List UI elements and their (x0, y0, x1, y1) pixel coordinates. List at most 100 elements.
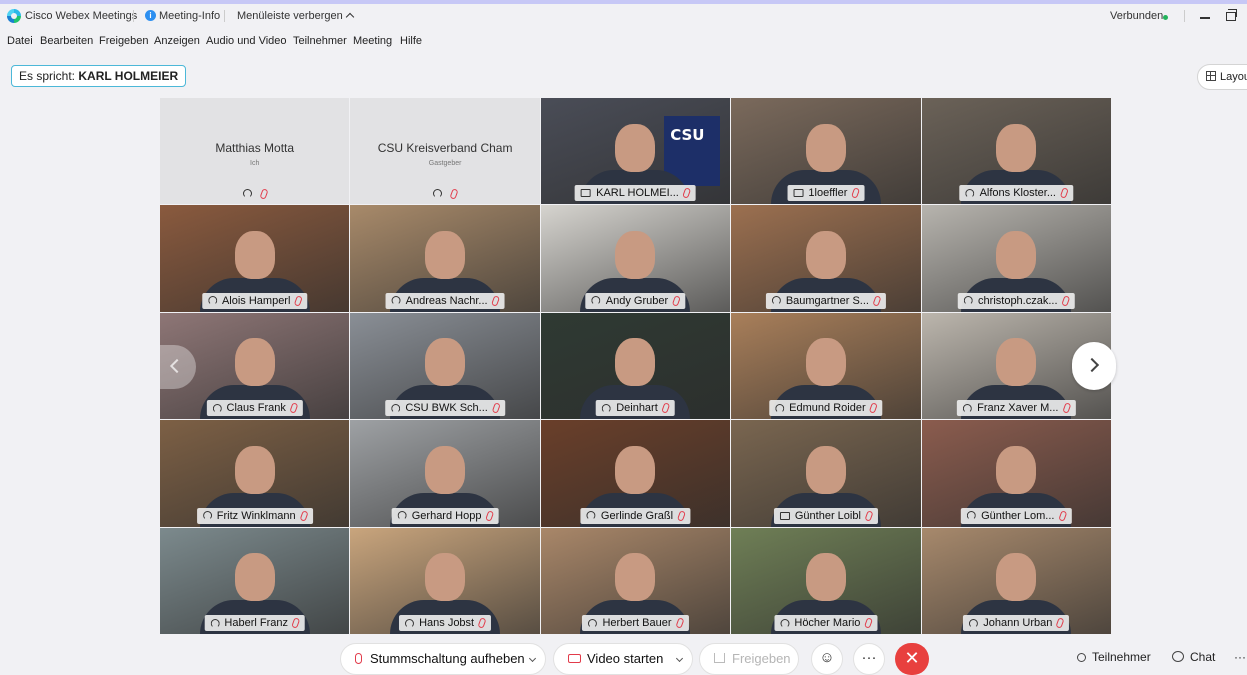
headset-icon (202, 511, 212, 521)
participant-nametag: Fritz Winklmann (196, 507, 313, 524)
participant-tile-no-video[interactable]: Matthias Motta Ich (160, 98, 350, 205)
participant-video-tile[interactable]: Günther Loibl (731, 420, 921, 527)
headset-icon (965, 188, 975, 198)
participant-nametag: Günther Loibl (773, 507, 878, 524)
participant-role: Gastgeber (428, 160, 462, 167)
muted-mic-icon (289, 402, 299, 414)
participant-nametag: Andy Gruber (585, 292, 686, 309)
muted-mic-icon (1059, 187, 1069, 200)
headset-icon (586, 511, 596, 521)
start-video-button[interactable]: Video starten (553, 643, 693, 675)
participant-tile-no-video[interactable]: CSU Kreisverband Cham Gastgeber (350, 98, 540, 205)
participant-nametag: Alfons Kloster... (959, 185, 1073, 202)
participant-video-tile[interactable]: Haberl Franz (160, 527, 350, 634)
participant-video-tile[interactable]: Herbert Bauer (540, 527, 731, 634)
participant-name: Günther Loibl (794, 509, 861, 522)
participant-face (805, 338, 846, 387)
participant-video-tile[interactable]: Johann Urban (921, 527, 1111, 634)
headset-icon (964, 296, 974, 306)
close-icon: ✕ (904, 648, 920, 668)
participant-video-tile[interactable]: Andreas Nachr... (350, 205, 540, 312)
muted-mic-icon (661, 402, 671, 414)
grid-layout-icon (1206, 71, 1216, 81)
layout-button[interactable]: Layout (1197, 64, 1247, 90)
divider (1184, 10, 1185, 22)
participant-video-tile[interactable]: CSU BWK Sch... (350, 312, 540, 420)
muted-mic-icon (872, 295, 882, 307)
next-page-button[interactable] (1072, 342, 1116, 390)
muted-mic-icon (671, 295, 681, 307)
participant-face (805, 230, 846, 279)
participant-video-tile[interactable]: Günther Lom... (921, 420, 1111, 527)
participant-video-tile[interactable]: Fritz Winklmann (160, 420, 350, 527)
headset-icon (212, 403, 222, 413)
meeting-info-link[interactable]: Meeting-Info (159, 10, 220, 22)
active-speaker-indicator: Es spricht: KARL HOLMEIER (11, 65, 187, 87)
info-icon[interactable]: i (145, 10, 156, 21)
headset-icon (433, 189, 443, 199)
participant-video-tile[interactable]: Alfons Kloster... (921, 98, 1111, 205)
menu-item-audio-video[interactable]: Audio und Video (206, 35, 287, 47)
participants-panel-button[interactable]: Teilnehmer (1077, 650, 1151, 664)
participant-video-tile[interactable]: Edmund Roider (731, 312, 921, 420)
menu-item-freigeben[interactable]: Freigeben (99, 35, 149, 47)
share-label: Freigeben (732, 651, 791, 666)
muted-mic-icon (1061, 402, 1071, 414)
headset-icon (207, 296, 217, 306)
unmute-button[interactable]: Stummschaltung aufheben (340, 643, 546, 675)
participant-name: CSU BWK Sch... (405, 402, 488, 415)
muted-mic-icon (484, 509, 494, 522)
participant-video-tile[interactable]: 1loeffler (731, 98, 921, 205)
participant-nametag: Herbert Bauer (582, 615, 689, 631)
participant-name: Alois Hamperl (221, 294, 291, 307)
participant-name: 1loeffler (808, 187, 848, 200)
chat-panel-button[interactable]: Chat (1172, 650, 1215, 664)
participant-nametag: CSU BWK Sch... (385, 400, 505, 417)
restore-icon[interactable] (1226, 9, 1237, 21)
participant-name: Andy Gruber (605, 294, 669, 307)
participant-video-tile[interactable]: Hans Jobst (350, 527, 540, 634)
headset-icon (210, 618, 220, 628)
muted-mic-icon (491, 402, 501, 414)
screen-icon (793, 189, 804, 198)
more-right-button[interactable]: ··· (1234, 650, 1246, 664)
chevron-down-icon[interactable] (675, 654, 684, 663)
hide-menu-toggle[interactable]: Menüleiste verbergen (237, 10, 355, 22)
more-icon: ··· (861, 649, 877, 666)
more-options-button[interactable]: ··· (853, 643, 885, 675)
menu-item-teilnehmer[interactable]: Teilnehmer (293, 35, 347, 47)
menu-item-datei[interactable]: Datei (7, 35, 33, 47)
muted-mic-icon (491, 295, 501, 307)
chevron-down-icon[interactable] (528, 654, 537, 663)
minimize-icon[interactable] (1200, 17, 1210, 19)
menu-item-bearbeiten[interactable]: Bearbeiten (40, 35, 93, 47)
muted-mic-icon (355, 653, 362, 664)
menu-item-hilfe[interactable]: Hilfe (400, 35, 422, 47)
participant-video-tile[interactable]: christoph.czak... (921, 205, 1111, 312)
participant-face (615, 338, 656, 387)
reactions-button[interactable]: ☺ (811, 643, 843, 675)
participant-face (996, 338, 1037, 387)
participant-name: Andreas Nachr... (405, 294, 488, 307)
participant-nametag: 1loeffler (787, 185, 865, 202)
menu-item-meeting[interactable]: Meeting (353, 35, 392, 47)
participant-name: Alfons Kloster... (979, 187, 1056, 200)
participant-face (996, 445, 1037, 494)
headset-icon (391, 403, 401, 413)
title-bar: Cisco Webex Meetings i Meeting-Info Menü… (0, 4, 1247, 28)
participant-video-tile[interactable]: Alois Hamperl (160, 205, 350, 312)
menu-item-anzeigen[interactable]: Anzeigen (154, 35, 200, 47)
participant-video-tile[interactable]: Höcher Mario (731, 527, 921, 634)
speaking-prefix: Es spricht: (19, 69, 76, 83)
participant-video-tile[interactable]: Gerlinde Graßl (540, 420, 731, 527)
participant-face (425, 553, 466, 602)
participant-video-tile[interactable]: Deinhart (540, 312, 731, 420)
headset-icon (963, 403, 973, 413)
participant-video-tile[interactable]: Gerhard Hopp (350, 420, 540, 527)
end-meeting-button[interactable]: ✕ (895, 643, 929, 675)
participant-video-tile[interactable]: Baumgartner S... (731, 205, 921, 312)
participant-video-tile[interactable]: CSU KARL HOLMEI... (540, 98, 731, 205)
share-button[interactable]: Freigeben (699, 643, 799, 675)
participant-video-tile[interactable]: Andy Gruber (540, 205, 731, 312)
muted-mic-icon (869, 402, 879, 414)
